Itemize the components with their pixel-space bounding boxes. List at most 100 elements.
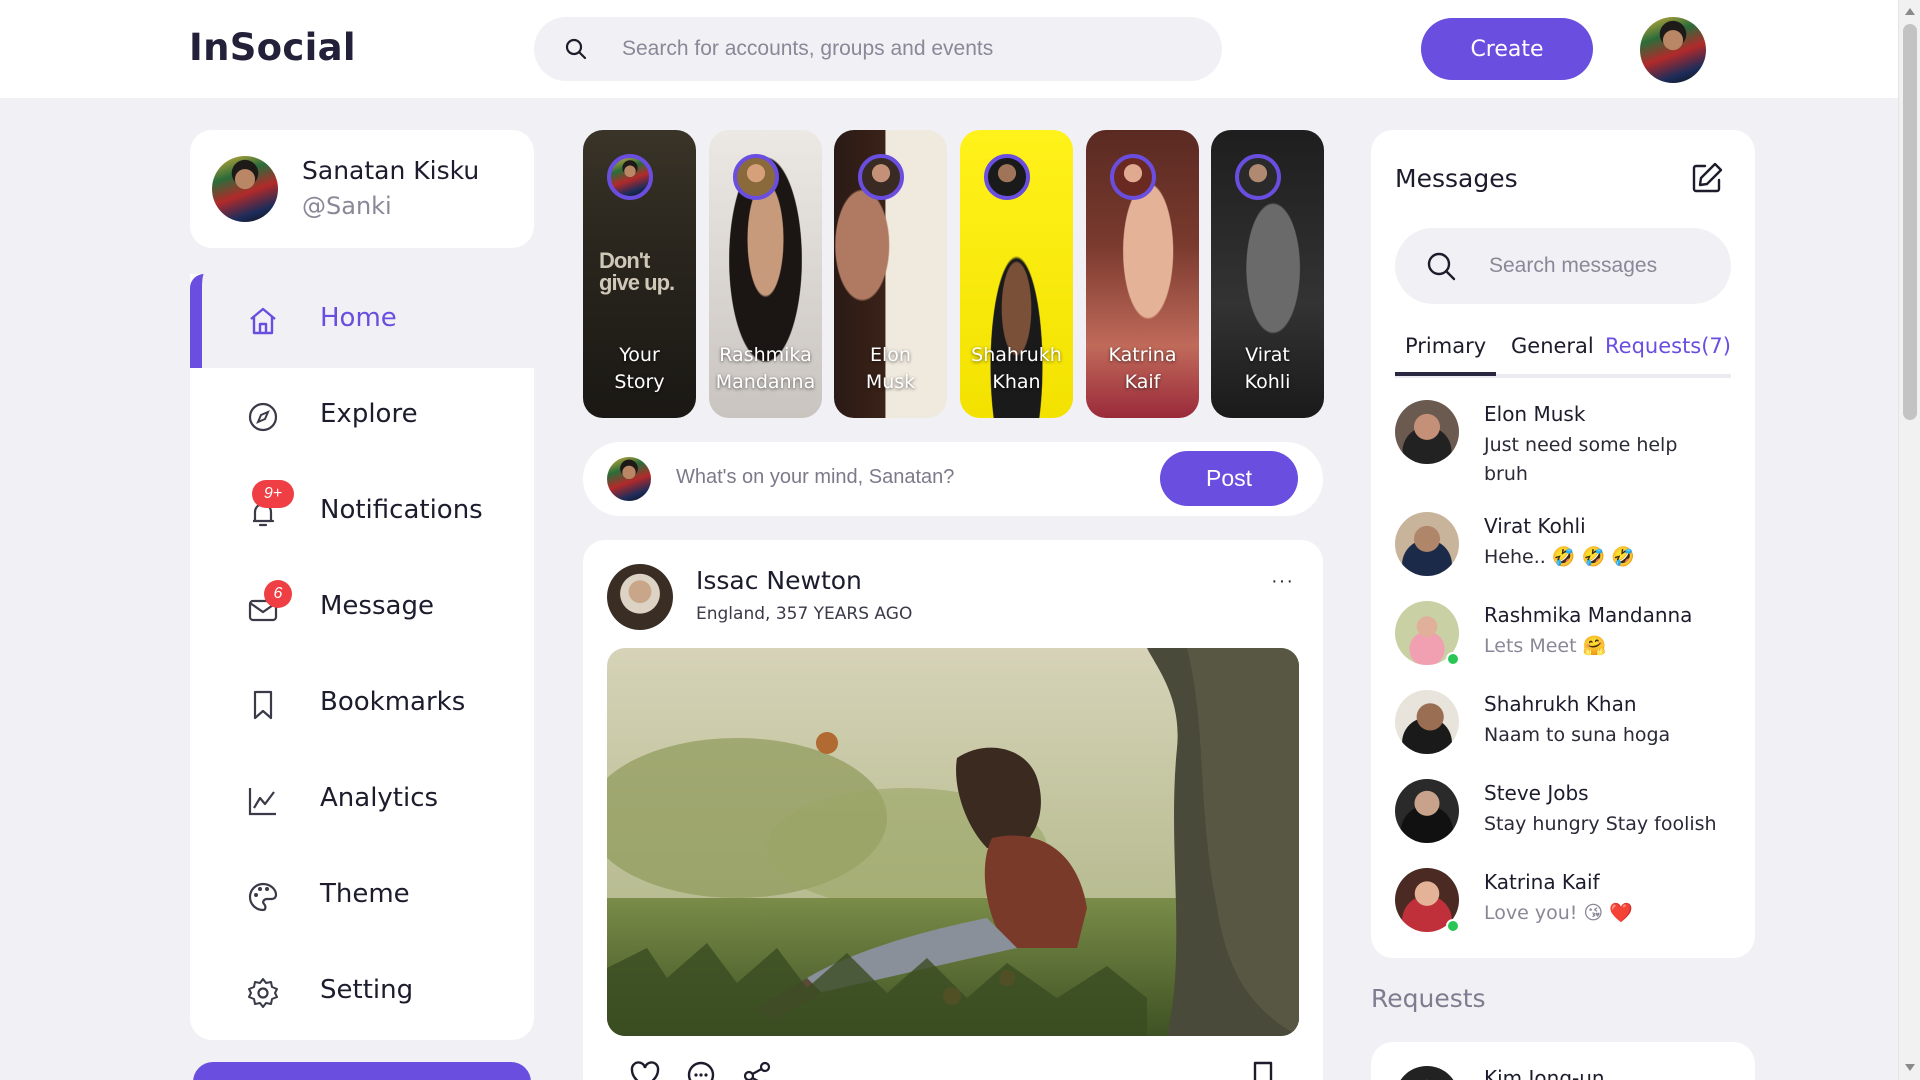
contact-avatar: [1395, 512, 1459, 576]
message-preview: Love you! 😘 ❤️: [1484, 902, 1633, 924]
contact-name: Shahrukh Khan: [1484, 692, 1637, 716]
story-avatar: [733, 154, 779, 200]
sidebar-item-notifications[interactable]: 9+ Notifications: [190, 466, 534, 560]
notifications-badge: 9+: [252, 480, 294, 508]
edit-icon[interactable]: [1689, 160, 1725, 196]
post-author-avatar[interactable]: [607, 564, 673, 630]
post-image[interactable]: [607, 648, 1299, 1036]
messages-search[interactable]: [1395, 228, 1731, 304]
sidebar-item-setting[interactable]: Setting: [190, 946, 534, 1040]
message-preview: Stay hungry Stay foolish: [1484, 813, 1717, 835]
sidebar-item-label: Message: [320, 591, 434, 621]
scrollbar-thumb[interactable]: [1903, 24, 1917, 420]
sidebar-item-explore[interactable]: Explore: [190, 370, 534, 464]
story-name: Katrina Kaif: [1108, 344, 1177, 393]
contact-name: Rashmika Mandanna: [1484, 603, 1693, 627]
request-avatar: [1395, 1066, 1459, 1080]
contact-avatar: [1395, 690, 1459, 754]
bookmark-post-icon[interactable]: [1247, 1060, 1279, 1080]
requests-title: Requests: [1371, 984, 1486, 1013]
story-your-story[interactable]: Don't give up. Your Story: [583, 130, 696, 418]
story-name: Elon Musk: [865, 344, 916, 393]
sidebar-nav: Home Explore 9+ Notifications 6 Message …: [190, 274, 534, 1040]
online-indicator: [1446, 652, 1460, 666]
contact-name: Elon Musk: [1484, 402, 1586, 426]
create-button[interactable]: Create: [1421, 18, 1593, 80]
search-icon: [565, 38, 587, 60]
post-author-name[interactable]: Issac Newton: [696, 566, 862, 595]
contact-avatar: [1395, 779, 1459, 843]
message-preview: Lets Meet 🤗: [1484, 635, 1607, 657]
sidebar-item-label: Analytics: [320, 783, 439, 813]
message-preview: Hehe.. 🤣 🤣 🤣: [1484, 546, 1635, 568]
post-button[interactable]: Post: [1160, 451, 1298, 506]
sidebar-item-theme[interactable]: Theme: [190, 850, 534, 944]
post-illustration: [607, 648, 1299, 1036]
tab-requests[interactable]: Requests(7): [1605, 334, 1731, 358]
sidebar-item-label: Theme: [320, 879, 410, 909]
story-name: Your Story: [614, 344, 665, 393]
profile-card[interactable]: Sanatan Kisku @Sanki: [190, 130, 534, 248]
sidebar-item-label: Explore: [320, 399, 418, 429]
contact-name: Virat Kohli: [1484, 514, 1586, 538]
top-bar: InSocial Create: [0, 0, 1898, 98]
story-name: Virat Kohli: [1244, 344, 1291, 393]
sidebar-item-label: Bookmarks: [320, 687, 466, 717]
profile-handle: @Sanki: [302, 192, 392, 220]
global-search-input[interactable]: [622, 31, 1182, 67]
messages-panel: Messages Primary General Requests(7) Elo…: [1371, 130, 1755, 958]
tab-primary[interactable]: Primary: [1395, 334, 1497, 376]
scroll-up-arrow[interactable]: [1905, 8, 1915, 15]
sidebar-bottom-button[interactable]: [193, 1062, 531, 1080]
story-avatar: [607, 154, 653, 200]
more-options-icon[interactable]: ···: [1271, 570, 1294, 593]
story-elon-musk[interactable]: Elon Musk: [834, 130, 947, 418]
contact-avatar: [1395, 400, 1459, 464]
story-name: Shahrukh Khan: [971, 344, 1062, 393]
scroll-down-arrow[interactable]: [1905, 1064, 1915, 1071]
contact-name: Steve Jobs: [1484, 781, 1589, 805]
contact-name: Katrina Kaif: [1484, 870, 1600, 894]
post-meta: England, 357 YEARS AGO: [696, 604, 913, 624]
message-preview: Naam to suna hoga: [1484, 724, 1671, 746]
post-composer[interactable]: What's on your mind, Sanatan? Post: [583, 442, 1323, 516]
message-preview: Just need some help bruh: [1484, 434, 1678, 485]
share-icon[interactable]: [741, 1060, 773, 1080]
feed-post: Issac Newton England, 357 YEARS AGO ···: [583, 540, 1323, 1080]
search-icon: [1427, 252, 1456, 281]
request-card[interactable]: Kim Jong-un: [1371, 1042, 1755, 1080]
app-logo[interactable]: InSocial: [189, 26, 356, 69]
user-avatar[interactable]: [1640, 17, 1706, 83]
like-icon[interactable]: [629, 1060, 661, 1080]
composer-input[interactable]: What's on your mind, Sanatan?: [676, 466, 954, 489]
story-rashmika-mandanna[interactable]: Rashmika Mandanna: [709, 130, 822, 418]
messages-search-input[interactable]: [1489, 248, 1709, 284]
chart-icon: [248, 788, 276, 816]
palette-icon: [248, 882, 278, 912]
sidebar-item-label: Setting: [320, 975, 414, 1005]
sidebar-item-analytics[interactable]: Analytics: [190, 754, 534, 848]
global-search[interactable]: [534, 17, 1222, 81]
story-avatar: [1110, 154, 1156, 200]
sidebar-item-message[interactable]: 6 Message: [190, 562, 534, 656]
page-scrollbar[interactable]: [1898, 0, 1920, 1080]
story-avatar: [858, 154, 904, 200]
online-indicator: [1446, 919, 1460, 933]
story-avatar: [1235, 154, 1281, 200]
story-avatar: [984, 154, 1030, 200]
gear-icon: [248, 978, 278, 1008]
story-name: Rashmika Mandanna: [715, 344, 816, 393]
story-overlay-text: Don't give up.: [599, 248, 675, 295]
story-shahrukh-khan[interactable]: Shahrukh Khan: [960, 130, 1073, 418]
comment-icon[interactable]: [685, 1060, 717, 1080]
messages-tabs: Primary General Requests(7): [1395, 330, 1731, 378]
story-virat-kohli[interactable]: Virat Kohli: [1211, 130, 1324, 418]
sidebar-item-home[interactable]: Home: [190, 274, 534, 368]
profile-avatar: [212, 156, 278, 222]
home-icon: [250, 307, 276, 335]
composer-avatar: [607, 457, 651, 501]
tab-general[interactable]: General: [1511, 334, 1594, 358]
messages-title: Messages: [1395, 164, 1518, 193]
sidebar-item-bookmarks[interactable]: Bookmarks: [190, 658, 534, 752]
story-katrina-kaif[interactable]: Katrina Kaif: [1086, 130, 1199, 418]
